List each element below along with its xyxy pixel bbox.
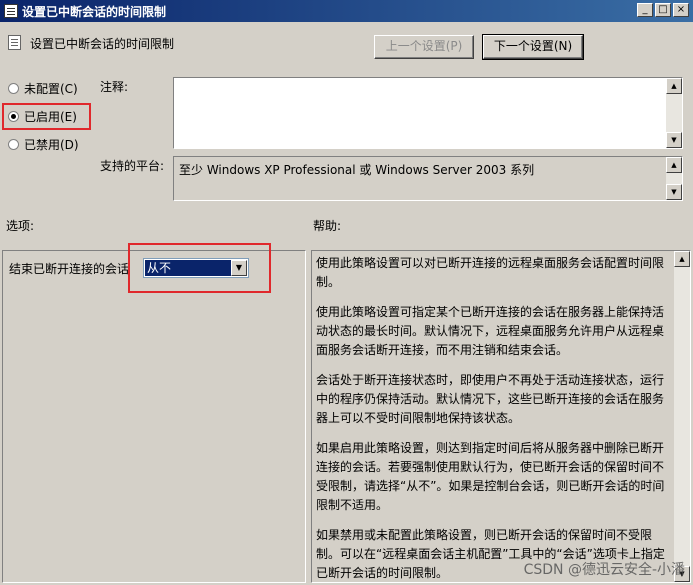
end-session-label: 结束已断开连接的会话 [9,262,130,276]
help-panel: 使用此策略设置可以对已断开连接的远程桌面服务会话配置时间限制。 使用此策略设置可… [311,250,691,583]
platform-scrollbar[interactable]: ▲ ▼ [666,157,682,200]
help-paragraph: 如果启用此策略设置，则达到指定时间后将从服务器中删除已断开连接的会话。若要强制使… [316,441,665,512]
maximize-button[interactable]: □ [655,3,671,17]
radio-circle [8,139,19,150]
help-text: 使用此策略设置可以对已断开连接的远程桌面服务会话配置时间限制。 使用此策略设置可… [316,254,668,582]
options-panel: 结束已断开连接的会话 [2,250,306,583]
highlight-box-dropdown [128,243,271,293]
policy-window-icon [4,4,18,18]
watermark: CSDN @德迅云安全-小潘 [523,562,685,578]
title-bar: 设置已中断会话的时间限制 _ □ × [0,0,693,22]
platform-value: 至少 Windows XP Professional 或 Windows Ser… [179,163,535,177]
comment-scrollbar[interactable]: ▲ ▼ [666,78,682,148]
previous-setting-button[interactable]: 上一个设置(P) [374,35,474,59]
highlight-box-enabled [2,103,91,130]
comment-label: 注释: [100,80,129,94]
radio-disabled[interactable]: 已禁用(D) [8,136,79,154]
scroll-up-icon[interactable]: ▲ [666,157,682,173]
close-button[interactable]: × [673,3,689,17]
help-scrollbar[interactable]: ▲ ▼ [674,251,690,582]
help-paragraph: 使用此策略设置可指定某个已断开连接的会话在服务器上能保持活动状态的最长时间。默认… [316,305,665,357]
setting-title: 设置已中断会话的时间限制 [30,37,175,51]
next-setting-button[interactable]: 下一个设置(N) [482,34,584,60]
radio-label: 未配置(C) [24,82,78,96]
scroll-down-icon[interactable]: ▼ [666,132,682,148]
scroll-up-icon[interactable]: ▲ [674,251,690,267]
scroll-down-icon[interactable]: ▼ [666,184,682,200]
radio-circle [8,83,19,94]
minimize-button[interactable]: _ [637,3,653,17]
help-paragraph: 使用此策略设置可以对已断开连接的远程桌面服务会话配置时间限制。 [316,256,665,289]
help-label: 帮助: [313,219,342,233]
window-title: 设置已中断会话的时间限制 [22,5,167,19]
scroll-up-icon[interactable]: ▲ [666,78,682,94]
platform-label: 支持的平台: [100,159,165,173]
radio-not-configured[interactable]: 未配置(C) [8,80,78,98]
help-paragraph: 会话处于断开连接状态时，即使用户不再处于活动连接状态，运行中的程序仍保持活动。默… [316,373,665,425]
platform-field: 至少 Windows XP Professional 或 Windows Ser… [173,156,683,201]
radio-label: 已禁用(D) [24,138,79,152]
policy-setting-icon [8,35,21,50]
comment-field[interactable]: ▲ ▼ [173,77,683,149]
options-label: 选项: [6,219,35,233]
